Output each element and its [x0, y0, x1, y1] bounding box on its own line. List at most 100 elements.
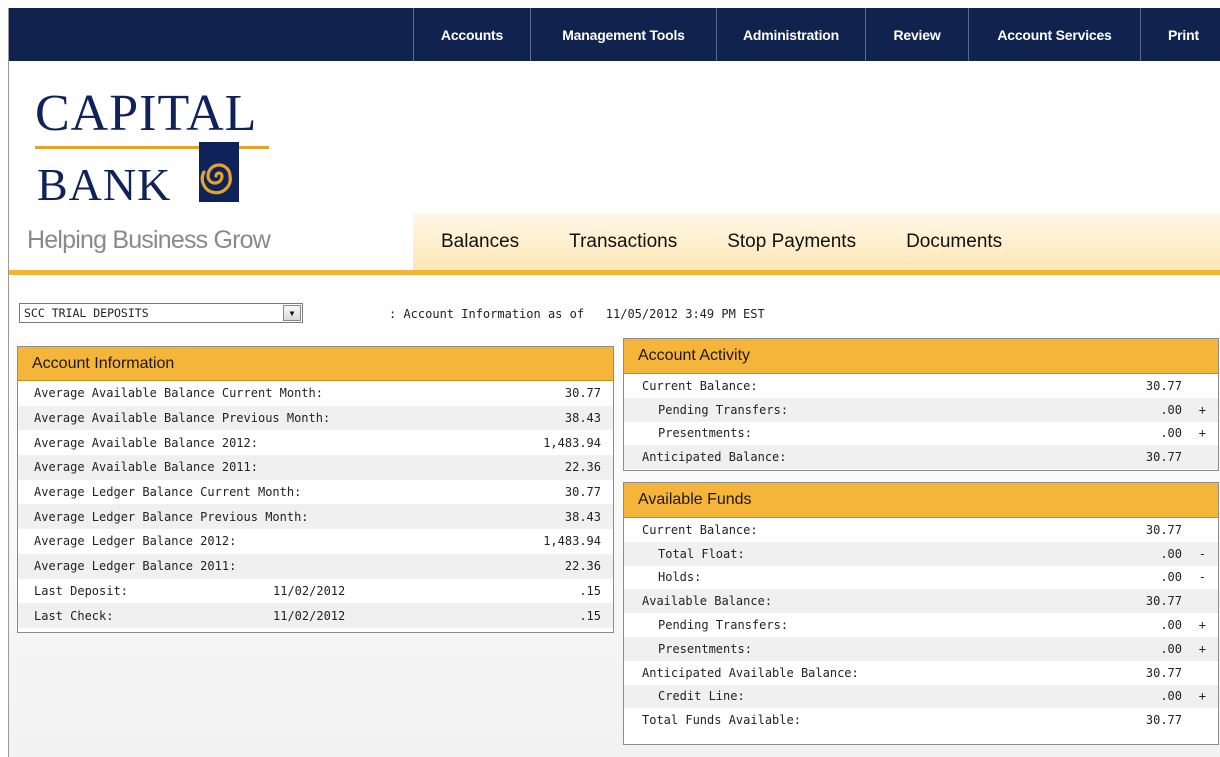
- info-row: Average Ledger Balance Previous Month: 3…: [18, 504, 613, 530]
- info-row: Average Ledger Balance Current Month: 30…: [18, 480, 613, 505]
- row-value: .15: [579, 608, 601, 623]
- as-of-value: 11/05/2012 3:49 PM EST: [605, 307, 765, 321]
- row-label: Current Balance:: [642, 522, 758, 537]
- funds-row: Total Float: .00 -: [624, 541, 1218, 566]
- row-value: 30.77: [564, 485, 601, 500]
- tab-transactions[interactable]: Transactions: [569, 231, 677, 253]
- as-of-label: : Account Information as of: [389, 307, 585, 321]
- account-information-panel: Account Information Average Available Ba…: [17, 346, 614, 633]
- row-value: 38.43: [564, 509, 601, 524]
- row-value: .00: [1160, 641, 1182, 656]
- row-label: Presentments:: [658, 641, 752, 656]
- bank-logo: CAPITAL BANK: [31, 88, 281, 208]
- row-label: Last Deposit:: [34, 583, 128, 598]
- nav-account-services[interactable]: Account Services: [968, 8, 1140, 61]
- row-label: Anticipated Available Balance:: [642, 665, 859, 680]
- funds-row: Pending Transfers: .00 +: [624, 613, 1218, 637]
- account-select[interactable]: SCC TRIAL DEPOSITS ▼: [19, 303, 303, 323]
- row-value: .00: [1160, 618, 1182, 633]
- funds-row: Current Balance: 30.77: [624, 518, 1218, 542]
- row-value: .00: [1160, 426, 1182, 441]
- row-label: Pending Transfers:: [658, 618, 789, 633]
- row-label: Total Funds Available:: [642, 713, 801, 728]
- row-label: Average Available Balance Current Month:: [34, 386, 323, 401]
- tab-balances[interactable]: Balances: [441, 231, 519, 253]
- info-row: Last Check: 11/02/2012 .15: [18, 603, 613, 628]
- chevron-down-icon[interactable]: ▼: [283, 305, 301, 321]
- row-value: 22.36: [564, 559, 601, 574]
- row-value: 38.43: [564, 411, 601, 426]
- row-sign: -: [1198, 546, 1206, 561]
- row-value: .00: [1160, 689, 1182, 704]
- row-sign: +: [1198, 689, 1206, 704]
- row-label: Average Ledger Balance Previous Month:: [34, 509, 309, 524]
- row-label: Holds:: [658, 570, 702, 585]
- activity-row: Current Balance: 30.77: [624, 374, 1218, 398]
- row-value: 30.77: [1145, 522, 1182, 537]
- top-nav-items: Accounts Management Tools Administration…: [413, 8, 1220, 61]
- row-value: 22.36: [564, 460, 601, 475]
- row-value: .00: [1160, 546, 1182, 561]
- top-nav: Accounts Management Tools Administration…: [9, 8, 1220, 61]
- row-label: Average Ledger Balance 2012:: [34, 534, 237, 549]
- row-value: 30.77: [1145, 594, 1182, 609]
- row-date: 11/02/2012: [273, 608, 346, 623]
- row-label: Pending Transfers:: [658, 402, 789, 417]
- activity-row: Anticipated Balance: 30.77: [624, 445, 1218, 470]
- row-label: Credit Line:: [658, 689, 745, 704]
- row-value: 30.77: [564, 386, 601, 401]
- row-label: Presentments:: [658, 426, 752, 441]
- panel-title: Account Information: [18, 347, 613, 381]
- nav-management-tools[interactable]: Management Tools: [530, 8, 716, 61]
- row-label: Total Float:: [658, 546, 745, 561]
- row-value: 30.77: [1145, 665, 1182, 680]
- row-date: 11/02/2012: [273, 583, 346, 598]
- row-label: Current Balance:: [642, 378, 758, 393]
- row-sign: +: [1198, 402, 1206, 417]
- logo-bank-text: BANK: [37, 159, 172, 210]
- info-row: Last Deposit: 11/02/2012 .15: [18, 579, 613, 604]
- sub-nav: Balances Transactions Stop Payments Docu…: [413, 213, 1220, 270]
- info-row: Average Available Balance Previous Month…: [18, 405, 613, 431]
- nav-print[interactable]: Print: [1140, 8, 1220, 61]
- tab-documents[interactable]: Documents: [906, 231, 1002, 253]
- account-activity-panel: Account Activity Current Balance: 30.77 …: [623, 338, 1219, 471]
- logo-capital-text: CAPITAL: [35, 85, 258, 142]
- logo-tagline: Helping Business Grow: [27, 226, 271, 254]
- panel-title: Available Funds: [624, 483, 1218, 518]
- funds-row: Presentments: .00 +: [624, 636, 1218, 661]
- row-label: Average Available Balance 2011:: [34, 460, 258, 475]
- nav-accounts[interactable]: Accounts: [413, 8, 530, 61]
- activity-row: Pending Transfers: .00 +: [624, 397, 1218, 422]
- row-sign: -: [1198, 570, 1206, 585]
- as-of-info: : Account Information as of 11/05/2012 3…: [389, 307, 765, 321]
- tab-stop-payments[interactable]: Stop Payments: [727, 231, 856, 253]
- nav-review[interactable]: Review: [865, 8, 968, 61]
- nav-administration[interactable]: Administration: [716, 8, 865, 61]
- row-label: Available Balance:: [642, 594, 773, 609]
- info-row: Average Available Balance 2011: 22.36: [18, 455, 613, 480]
- main-content: SCC TRIAL DEPOSITS ▼ : Account Informati…: [9, 275, 1220, 757]
- row-label: Anticipated Balance:: [642, 450, 787, 465]
- row-value: 1,483.94: [543, 534, 601, 549]
- row-label: Average Available Balance Previous Month…: [34, 411, 331, 426]
- row-value: 30.77: [1145, 378, 1182, 393]
- funds-row: Anticipated Available Balance: 30.77: [624, 661, 1218, 685]
- panel-title: Account Activity: [624, 339, 1218, 374]
- row-sign: +: [1198, 618, 1206, 633]
- spiral-logo-icon: [199, 142, 239, 202]
- funds-row: Holds: .00 -: [624, 566, 1218, 590]
- row-value: .15: [579, 583, 601, 598]
- row-value: 30.77: [1145, 713, 1182, 728]
- account-select-value: SCC TRIAL DEPOSITS: [24, 306, 149, 320]
- app-frame: Accounts Management Tools Administration…: [8, 8, 1220, 757]
- row-label: Average Ledger Balance 2011:: [34, 559, 237, 574]
- row-sign: +: [1198, 426, 1206, 441]
- info-row: Average Available Balance Current Month:…: [18, 381, 613, 406]
- activity-row: Presentments: .00 +: [624, 422, 1218, 446]
- row-label: Average Available Balance 2012:: [34, 435, 258, 450]
- funds-row: Total Funds Available: 30.77: [624, 708, 1218, 732]
- available-funds-panel: Available Funds Current Balance: 30.77 T…: [623, 482, 1219, 745]
- row-label: Last Check:: [34, 608, 114, 623]
- info-row: Average Ledger Balance 2012: 1,483.94: [18, 529, 613, 554]
